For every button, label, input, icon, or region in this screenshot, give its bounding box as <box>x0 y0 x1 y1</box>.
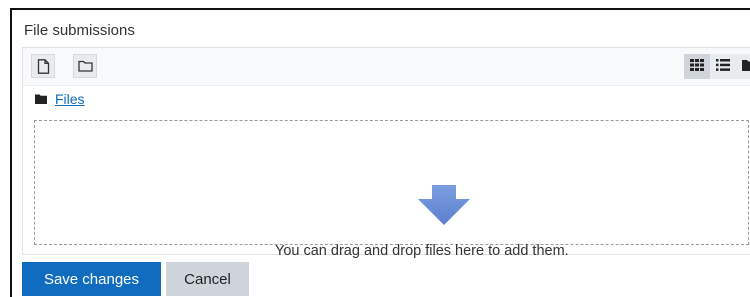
create-folder-button[interactable] <box>73 54 97 78</box>
tree-view-button[interactable] <box>736 54 750 79</box>
list-view-icon <box>716 58 730 76</box>
file-icon <box>37 58 50 74</box>
file-manager-toolbar <box>23 48 750 86</box>
cancel-button[interactable]: Cancel <box>166 262 249 296</box>
breadcrumb-files-link[interactable]: Files <box>55 91 85 107</box>
section-title: File submissions <box>24 22 135 39</box>
breadcrumb: Files <box>35 90 85 108</box>
save-changes-button[interactable]: Save changes <box>22 262 161 296</box>
drop-zone-message: You can drag and drop files here to add … <box>275 243 569 259</box>
add-file-button[interactable] <box>31 54 55 78</box>
view-switcher <box>684 54 750 79</box>
tree-view-icon <box>742 58 750 76</box>
list-view-button[interactable] <box>710 54 736 79</box>
grid-view-button[interactable] <box>684 54 710 79</box>
file-drop-zone[interactable]: You can drag and drop files here to add … <box>34 120 749 259</box>
arrow-down-icon <box>418 185 470 230</box>
grid-view-icon <box>690 58 704 76</box>
folder-icon <box>35 94 47 104</box>
folder-icon <box>77 60 93 72</box>
file-manager: Files You can drag and drop files here t… <box>22 47 750 259</box>
